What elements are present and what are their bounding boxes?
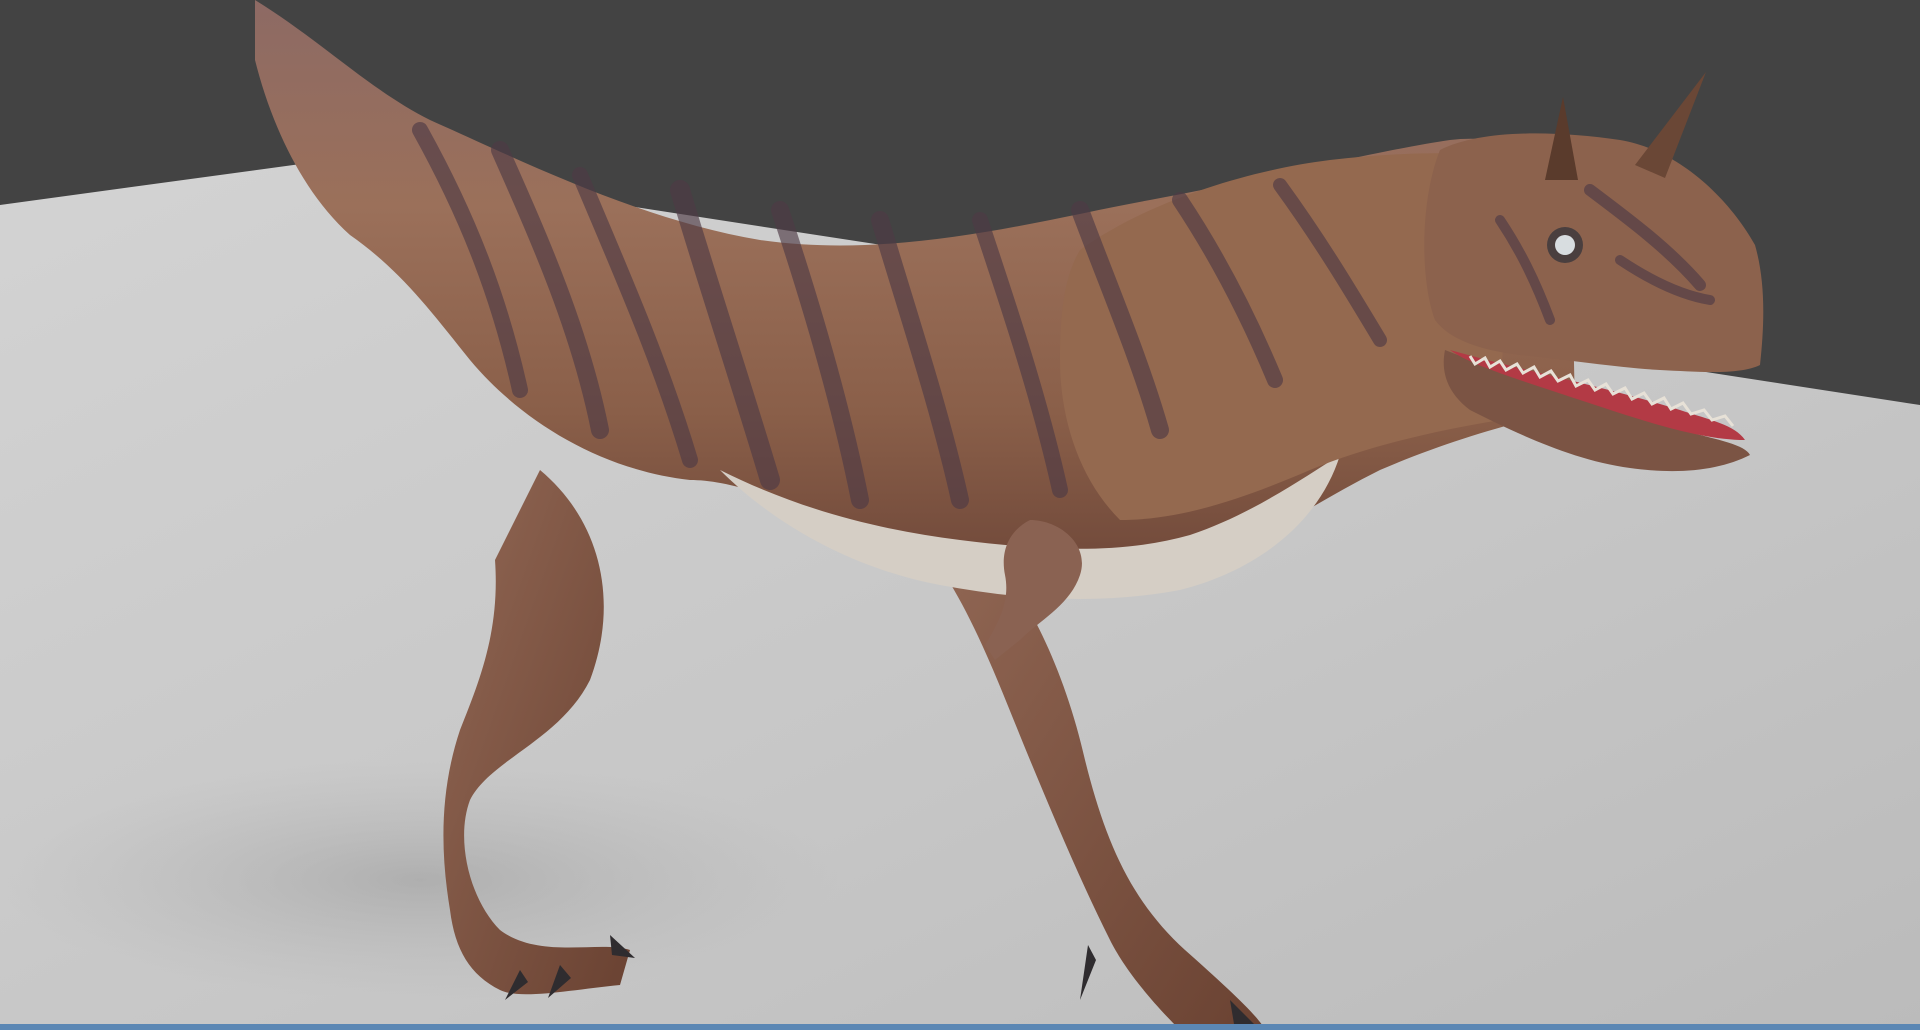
dinosaur-horn [1635, 72, 1706, 178]
dinosaur-head [1424, 133, 1764, 373]
floor-shadow [0, 760, 840, 1000]
3d-viewport[interactable] [0, 0, 1920, 1030]
viewport-scene[interactable] [0, 0, 1920, 1030]
dinosaur-eye-highlight [1555, 235, 1575, 255]
viewport-status-strip [0, 1024, 1920, 1030]
